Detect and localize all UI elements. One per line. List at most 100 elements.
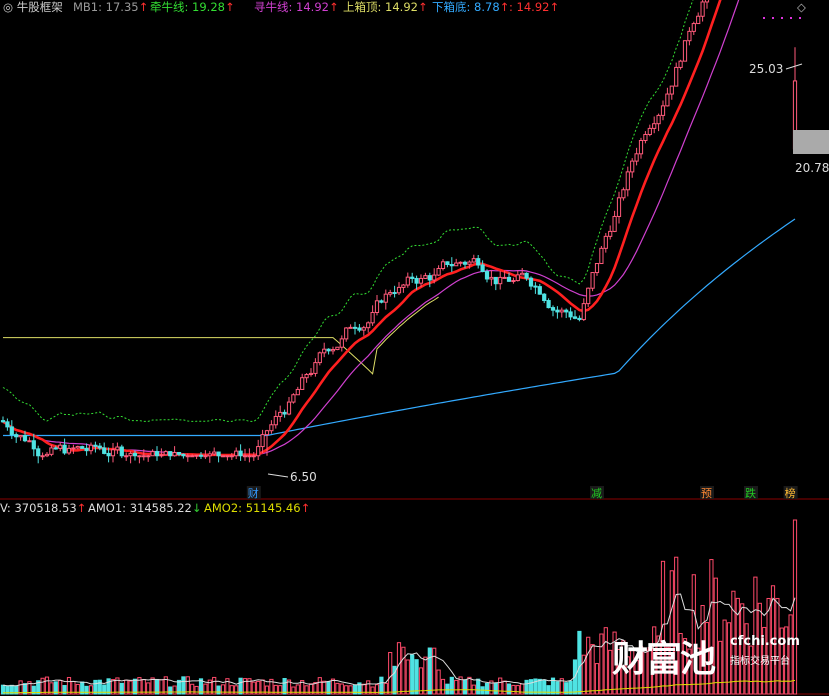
volume-bar xyxy=(194,685,199,695)
candle-body xyxy=(62,444,67,454)
volume-bar xyxy=(317,677,322,695)
candle-body xyxy=(599,247,604,265)
candle-body xyxy=(115,446,120,451)
header-item-red: : 14.92↑ xyxy=(509,0,560,14)
volume-bar xyxy=(467,676,472,695)
candle-body xyxy=(308,372,314,375)
header-item-box-bottom: 下箱底: 8.78↑ xyxy=(432,0,510,14)
candle-body xyxy=(647,127,652,135)
volume-bar xyxy=(484,682,490,695)
candle-body xyxy=(511,280,516,283)
candle-body xyxy=(141,455,146,458)
candle-body xyxy=(339,338,344,348)
watermark-site: cfchi.com xyxy=(730,634,800,649)
candle-body xyxy=(348,326,353,329)
candle-body xyxy=(388,292,393,295)
candle-body xyxy=(603,235,608,249)
candle-body xyxy=(656,114,661,125)
diamond-outline-icon[interactable]: ◇ xyxy=(797,0,806,14)
candle-body xyxy=(462,261,468,265)
candle-body xyxy=(687,30,692,42)
candle-body xyxy=(53,447,58,450)
candle-body xyxy=(242,455,248,458)
candle-body xyxy=(374,300,380,313)
volume-bar xyxy=(40,677,45,695)
box-top-line xyxy=(3,296,439,375)
candle-body xyxy=(427,275,432,281)
candle-body xyxy=(71,447,76,450)
volume-bar xyxy=(405,659,410,695)
candle-body xyxy=(590,272,595,289)
candle-body xyxy=(176,452,182,455)
candle-body xyxy=(80,446,85,449)
candle-body xyxy=(216,451,221,457)
volume-bar xyxy=(370,686,375,695)
volume-bar xyxy=(203,683,208,695)
candle-body xyxy=(295,388,300,396)
candle-body xyxy=(445,261,450,266)
candle-body xyxy=(630,160,635,173)
volume-bar xyxy=(586,636,591,695)
volume-bar xyxy=(238,677,243,695)
candle-body xyxy=(352,326,358,329)
candle-body xyxy=(58,444,63,449)
candle-body xyxy=(414,277,419,284)
candle-body xyxy=(137,455,142,458)
candle-body xyxy=(498,276,503,285)
chevron-icon[interactable]: ◎ xyxy=(3,0,13,14)
candle-body xyxy=(44,453,50,457)
candle-body xyxy=(124,455,129,458)
signal-dot xyxy=(790,17,792,19)
signal-dot xyxy=(781,17,783,19)
candle-body xyxy=(203,455,208,458)
candle-body xyxy=(198,454,204,457)
signal-badge-2: 预 xyxy=(701,487,712,500)
volume-bar xyxy=(506,683,512,695)
volume-bar xyxy=(264,685,270,695)
indicator-name[interactable]: ◎ 牛股框架 xyxy=(3,0,63,14)
candle-body xyxy=(506,276,512,282)
candle-body xyxy=(555,309,560,313)
candle-body xyxy=(612,215,617,232)
header-item-qianniu: 牵牛线: 19.28↑ xyxy=(150,0,235,14)
candle-body xyxy=(282,411,287,415)
candle-body xyxy=(31,440,36,450)
candle-body xyxy=(84,447,89,452)
candle-body xyxy=(383,293,388,303)
header-item-xunniu: 寻牛线: 14.92↑ xyxy=(254,0,339,14)
candle-body xyxy=(313,362,318,374)
candle-body xyxy=(300,377,305,390)
candle-body xyxy=(572,316,578,319)
candle-body xyxy=(559,309,564,313)
candle-body xyxy=(75,446,80,449)
low-pointer xyxy=(267,473,289,478)
candle-body xyxy=(484,271,490,280)
candle-body xyxy=(5,421,10,428)
candle-body xyxy=(278,411,283,417)
candle-body xyxy=(322,348,327,354)
candle-body xyxy=(159,454,164,457)
candle-body xyxy=(304,373,309,379)
candle-body xyxy=(634,153,639,162)
candle-body xyxy=(128,452,133,457)
watermark: 财富池 cfchi.com 指标交易平台 xyxy=(612,628,812,680)
volume-bar xyxy=(150,677,155,695)
candle-body xyxy=(190,455,195,458)
volume-bar xyxy=(278,685,283,695)
volume-bar xyxy=(476,678,481,695)
volume-bar xyxy=(502,680,507,695)
volume-bar xyxy=(234,685,239,695)
candle-body xyxy=(27,440,32,443)
signal-dot xyxy=(772,17,774,19)
candle-body xyxy=(163,451,168,456)
candle-body xyxy=(291,394,296,403)
candle-body xyxy=(691,23,696,32)
candle-body xyxy=(401,284,406,288)
volume-bar xyxy=(401,646,406,695)
candle-body xyxy=(97,445,102,449)
candle-body xyxy=(436,267,441,276)
candle-body xyxy=(185,455,190,458)
volume-bar xyxy=(493,682,498,695)
header-item-mb1: MB1: 17.35↑ xyxy=(73,0,149,14)
chart-canvas[interactable]: 25.03 6.50 20.78 财 减 预 跌 榜 xyxy=(0,0,829,696)
